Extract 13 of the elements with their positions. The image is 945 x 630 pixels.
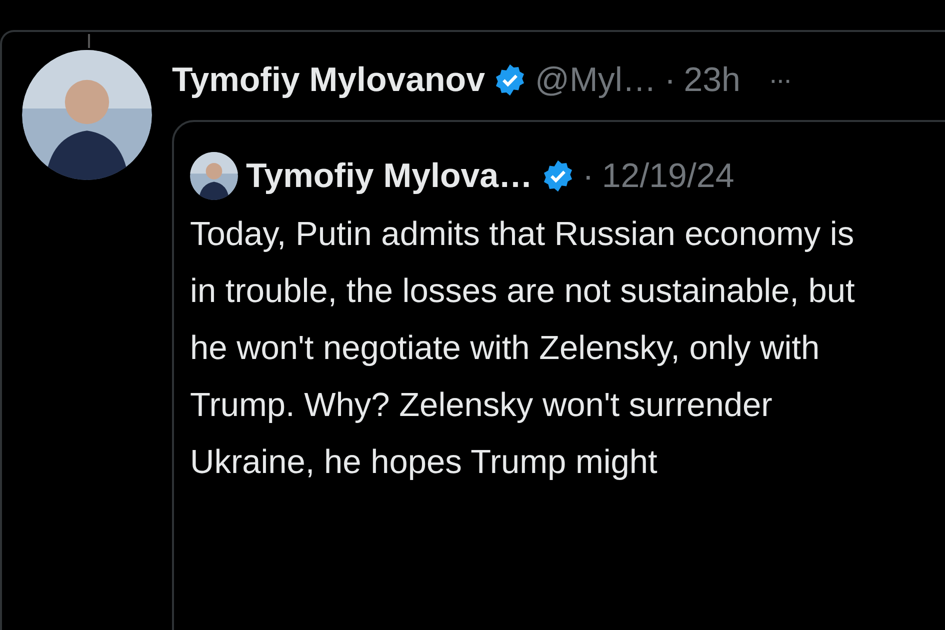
author-name: Tymofiy Mylova… [246, 156, 533, 196]
post-text: Today, Putin admits that Russian economy is in trouble, the losses are not sustainable, but he won't negotiate with Zelensky, only with Trump. Why? Zelensky won't surrender Ukraine, he hopes Trump might [190, 215, 856, 483]
author-name[interactable]: Tymofiy Mylovanov [172, 54, 485, 106]
separator: · [582, 156, 594, 196]
author-handle[interactable]: @Myl… [535, 54, 656, 106]
quoted-post[interactable] [172, 120, 945, 630]
post-date: 12/19/24 [602, 156, 734, 196]
more-button[interactable]: ··· [768, 59, 790, 101]
avatar[interactable] [22, 50, 152, 180]
separator: · [664, 60, 676, 100]
thread-line [88, 34, 90, 48]
avatar [190, 152, 238, 200]
post-time[interactable]: 23h [684, 54, 740, 106]
